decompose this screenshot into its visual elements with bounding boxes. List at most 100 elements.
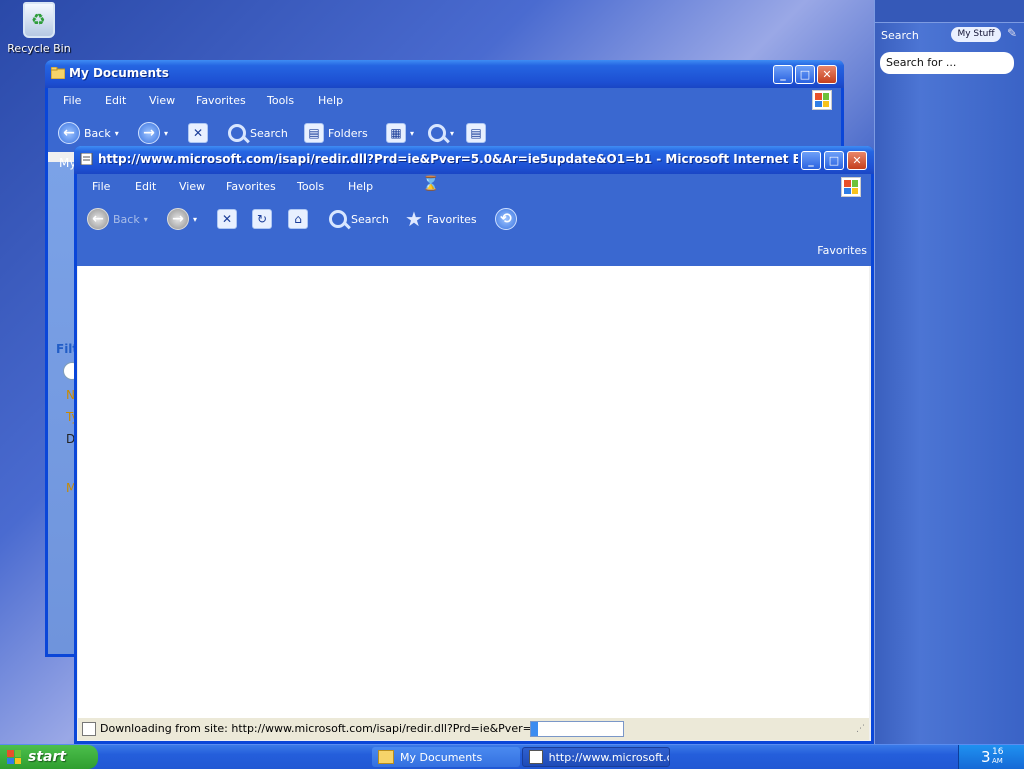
download-progress-fill: [531, 722, 539, 736]
hourglass-cursor-icon: ⌛: [422, 176, 440, 192]
menu-view[interactable]: View: [149, 94, 175, 107]
search-options-icon: [428, 124, 446, 142]
start-button[interactable]: start: [0, 745, 98, 769]
search-icon: [329, 210, 347, 228]
forward-arrow-icon: →: [138, 122, 160, 144]
home-button[interactable]: ⌂: [288, 206, 308, 232]
search-label: Search: [351, 212, 389, 226]
menu-view[interactable]: View: [179, 180, 205, 193]
maximize-button[interactable]: □: [824, 151, 844, 170]
download-icon: [82, 722, 96, 736]
folder-icon: [50, 66, 66, 80]
ie-toolbar: ← Back ▾ → ▾ ✕ ↻ ⌂ Search ★ Favorites ⟲: [77, 200, 871, 238]
close-button[interactable]: ✕: [817, 65, 837, 84]
sidebar-search-input[interactable]: Search for ...: [880, 52, 1014, 74]
stop-button[interactable]: ✕: [217, 206, 237, 232]
folders-label: Folders: [328, 126, 368, 140]
taskbar-item-ie[interactable]: http://www.microsoft.c: [522, 747, 670, 767]
menu-favorites[interactable]: Favorites: [196, 94, 246, 107]
menu-edit[interactable]: Edit: [105, 94, 126, 107]
favorites-star-icon: ★: [405, 207, 423, 231]
clock-hour: 3: [981, 748, 991, 766]
ie-titlebar[interactable]: http://www.microsoft.com/isapi/redir.dll…: [74, 146, 874, 174]
history-icon: ⟲: [495, 208, 517, 230]
search-button[interactable]: Search: [228, 120, 288, 146]
back-arrow-icon: ←: [58, 122, 80, 144]
status-text: Downloading from site: http://www.micros…: [100, 722, 580, 735]
folder-icon: [378, 750, 394, 764]
menu-help[interactable]: Help: [318, 94, 343, 107]
back-dropdown-icon[interactable]: ▾: [144, 215, 148, 224]
folders-button[interactable]: ▤ Folders: [304, 120, 368, 146]
ie-status-bar: Downloading from site: http://www.micros…: [78, 718, 869, 740]
links-favorites-label[interactable]: Favorites: [817, 244, 867, 257]
back-button[interactable]: ← Back ▾: [58, 120, 119, 146]
refresh-icon: ↻: [252, 209, 272, 229]
up-folder-button[interactable]: ✕: [188, 120, 208, 146]
minimize-button[interactable]: _: [801, 151, 821, 170]
search-sidebar: Search My Stuff ✎ Search for ...: [874, 0, 1024, 744]
ie-menubar: File Edit View Favorites Tools Help ⌛: [77, 174, 871, 200]
download-progress-bar: [530, 721, 624, 737]
windows-flag-icon: [6, 749, 22, 765]
task-label: http://www.microsoft.c: [548, 750, 669, 764]
views-button[interactable]: ▦ ▾: [386, 120, 414, 146]
sidebar-title: Search: [881, 29, 919, 42]
recycle-bin-icon[interactable]: ♻ Recycle Bin: [6, 2, 72, 55]
search-options-dropdown-icon[interactable]: ▾: [450, 129, 454, 138]
refresh-button[interactable]: ↻: [252, 206, 272, 232]
recycle-bin-graphic: ♻: [23, 2, 55, 38]
my-documents-title: My Documents: [69, 66, 169, 80]
views-dropdown-icon[interactable]: ▾: [410, 129, 414, 138]
menu-help[interactable]: Help: [348, 180, 373, 193]
forward-dropdown-icon[interactable]: ▾: [164, 129, 168, 138]
clock-ampm: AM: [992, 757, 1003, 765]
menu-tools[interactable]: Tools: [297, 180, 324, 193]
system-tray: 3 16 AM: [958, 745, 1024, 769]
search-label: Search: [250, 126, 288, 140]
clock[interactable]: 3 16 AM: [981, 747, 1003, 766]
favorites-label: Favorites: [426, 212, 477, 226]
maximize-button[interactable]: □: [795, 65, 815, 84]
menu-file[interactable]: File: [92, 180, 110, 193]
search-icon: [228, 124, 246, 142]
stop-icon: ✕: [217, 209, 237, 229]
folders-icon: ▤: [304, 123, 324, 143]
forward-button[interactable]: → ▾: [167, 206, 197, 232]
menu-favorites[interactable]: Favorites: [226, 180, 276, 193]
menu-edit[interactable]: Edit: [135, 180, 156, 193]
ie-page-icon: [529, 750, 543, 764]
forward-arrow-icon: →: [167, 208, 189, 230]
menu-tools[interactable]: Tools: [267, 94, 294, 107]
my-documents-titlebar[interactable]: My Documents _ □ ✕: [45, 60, 844, 88]
my-stuff-button[interactable]: My Stuff: [951, 27, 1001, 42]
windows-logo-icon: [812, 90, 832, 110]
forward-button[interactable]: → ▾: [138, 120, 168, 146]
menu-file[interactable]: File: [63, 94, 81, 107]
minimize-button[interactable]: _: [773, 65, 793, 84]
close-button[interactable]: ✕: [847, 151, 867, 170]
taskbar-item-my-documents[interactable]: My Documents: [372, 747, 520, 767]
clock-minutes: 16: [992, 747, 1004, 757]
recycle-bin-label: Recycle Bin: [7, 42, 71, 55]
search-button[interactable]: Search: [329, 206, 389, 232]
resize-grip-icon[interactable]: ⋰: [856, 724, 865, 734]
forward-dropdown-icon[interactable]: ▾: [193, 215, 197, 224]
ie-page-content[interactable]: [78, 266, 869, 718]
task-label: My Documents: [400, 750, 483, 764]
back-label: Back: [113, 212, 140, 226]
up-folder-icon: ✕: [188, 123, 208, 143]
calendar-icon: ▤: [466, 123, 486, 143]
favorites-button[interactable]: ★ Favorites: [405, 206, 477, 232]
history-button[interactable]: ⟲: [495, 206, 517, 232]
back-dropdown-icon[interactable]: ▾: [115, 129, 119, 138]
my-documents-menubar: File Edit View Favorites Tools Help: [48, 88, 841, 114]
ie-page-icon: [80, 152, 94, 166]
home-icon: ⌂: [288, 209, 308, 229]
back-button[interactable]: ← Back ▾: [87, 206, 148, 232]
back-label: Back: [84, 126, 111, 140]
windows-logo-icon: [841, 177, 861, 197]
pin-icon[interactable]: ✎: [1007, 26, 1021, 40]
search-options-button[interactable]: ▾: [428, 120, 454, 146]
calendar-button[interactable]: ▤: [466, 120, 486, 146]
